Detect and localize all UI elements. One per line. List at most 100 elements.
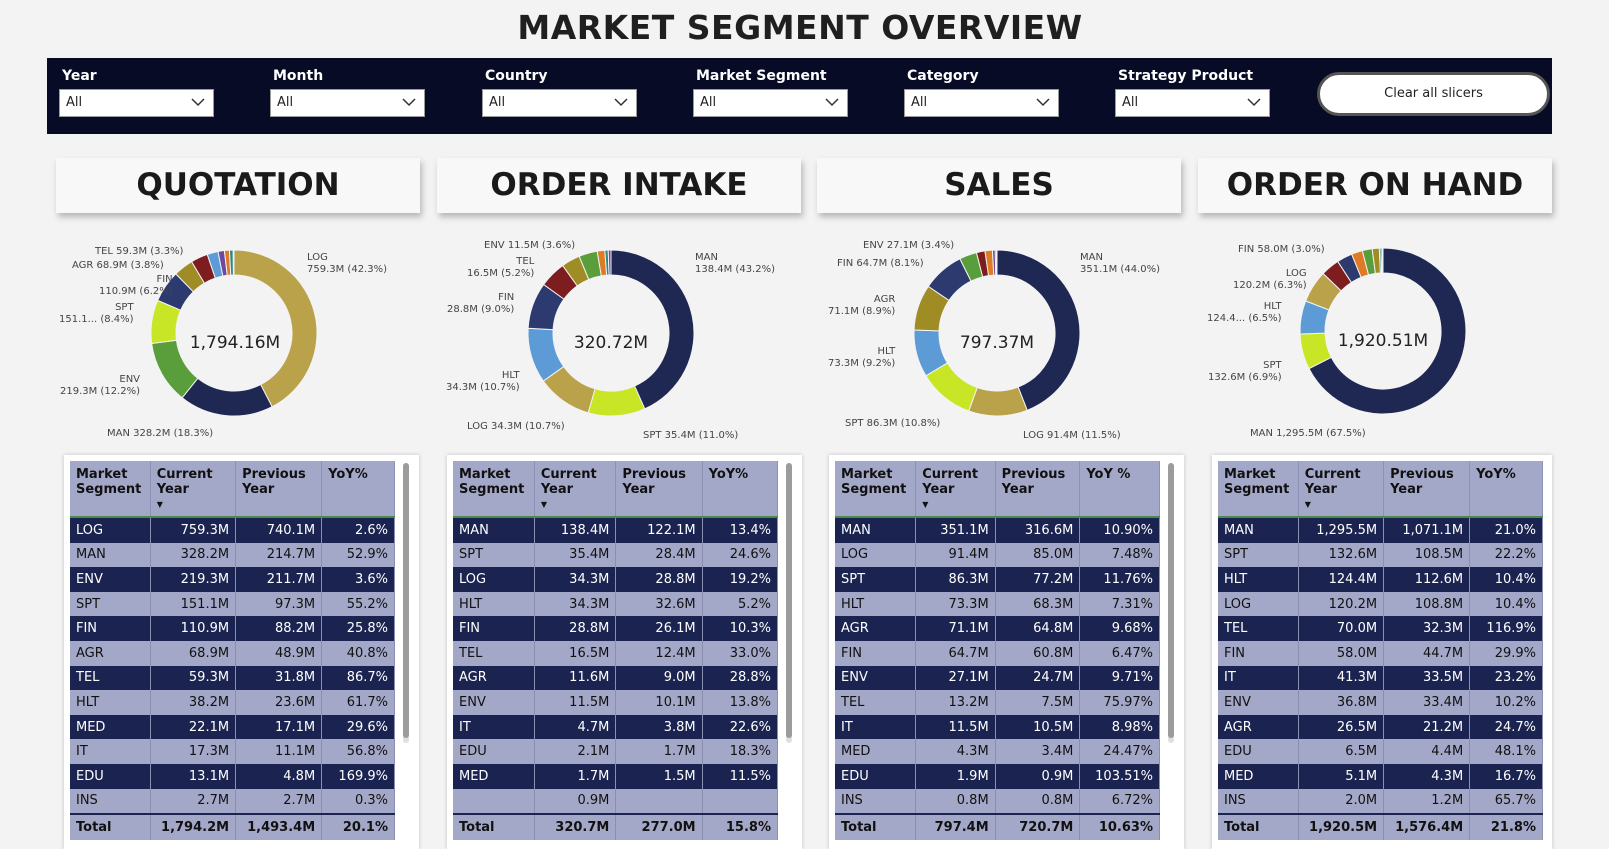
table-cell: 26.1M bbox=[615, 616, 703, 641]
table-row[interactable]: MAN 328.2M 214.7M 52.9% bbox=[70, 542, 395, 568]
column-header[interactable]: Previous Year bbox=[995, 461, 1081, 518]
table-row[interactable]: IT 4.7M 3.8M 22.6% bbox=[453, 714, 779, 740]
table-row[interactable]: SPT 132.6M 108.5M 22.2% bbox=[1218, 542, 1543, 568]
table-row[interactable]: LOG 759.3M 740.1M 2.6% bbox=[70, 517, 395, 543]
table-row[interactable]: LOG 120.2M 108.8M 10.4% bbox=[1218, 591, 1543, 617]
table-row[interactable]: AGR 11.6M 9.0M 28.8% bbox=[453, 665, 779, 691]
table-row[interactable]: IT 41.3M 33.5M 23.2% bbox=[1218, 665, 1543, 691]
table-row[interactable]: EDU 6.5M 4.4M 48.1% bbox=[1218, 739, 1543, 764]
table-row[interactable]: IT 17.3M 11.1M 56.8% bbox=[70, 739, 395, 764]
country-dropdown[interactable]: All bbox=[482, 89, 637, 117]
column-header[interactable]: Previous Year bbox=[1383, 461, 1471, 518]
column-header[interactable]: Market Segment bbox=[1218, 461, 1299, 518]
table-card-order-intake: Market Segment Current Year ▼ Previous Year YoY… bbox=[447, 455, 802, 849]
table-row[interactable]: ENV 27.1M 24.7M 9.71% bbox=[835, 665, 1160, 691]
table-row[interactable]: ENV 11.5M 10.1M 13.8% bbox=[453, 690, 779, 715]
table-row[interactable]: MAN 351.1M 316.6M 10.90% bbox=[835, 517, 1160, 543]
table-row[interactable]: SPT 151.1M 97.3M 55.2% bbox=[70, 591, 395, 617]
table-cell: 169.9% bbox=[321, 763, 395, 789]
table-cell: 24.7% bbox=[1469, 714, 1543, 740]
table-row[interactable]: HLT 124.4M 112.6M 10.4% bbox=[1218, 567, 1543, 592]
table-row[interactable]: FIN 110.9M 88.2M 25.8% bbox=[70, 616, 395, 641]
column-header[interactable]: Market Segment bbox=[70, 461, 151, 518]
sort-desc-icon[interactable]: ▼ bbox=[541, 497, 610, 512]
table-row[interactable]: AGR 71.1M 64.8M 9.68% bbox=[835, 616, 1160, 641]
month-dropdown[interactable]: All bbox=[270, 89, 425, 117]
table-cell: EDU bbox=[70, 763, 151, 789]
donut-slice-man[interactable] bbox=[610, 249, 695, 410]
donut-slice-log[interactable] bbox=[968, 386, 1028, 417]
scrollbar[interactable] bbox=[1168, 463, 1174, 743]
table-row[interactable]: FIN 58.0M 44.7M 29.9% bbox=[1218, 640, 1543, 666]
scrollbar[interactable] bbox=[403, 463, 409, 743]
table-row[interactable]: SPT 86.3M 77.2M 11.76% bbox=[835, 567, 1160, 592]
strategy-product-dropdown[interactable]: All bbox=[1115, 89, 1270, 117]
table-row[interactable]: EDU 13.1M 4.8M 169.9% bbox=[70, 763, 395, 789]
column-header[interactable]: YoY% bbox=[1469, 461, 1543, 518]
table-row[interactable]: TEL 70.0M 32.3M 116.9% bbox=[1218, 616, 1543, 641]
table-row[interactable]: INS 2.7M 2.7M 0.3% bbox=[70, 788, 395, 815]
table-row[interactable]: ENV 36.8M 33.4M 10.2% bbox=[1218, 690, 1543, 715]
year-dropdown[interactable]: All bbox=[59, 89, 214, 117]
column-header[interactable]: Current Year ▼ bbox=[1298, 461, 1385, 518]
sort-desc-icon[interactable]: ▼ bbox=[157, 497, 229, 512]
table-row[interactable]: TEL 13.2M 7.5M 75.97% bbox=[835, 690, 1160, 715]
sort-desc-icon[interactable]: ▼ bbox=[1305, 497, 1377, 512]
donut-slice-ins[interactable] bbox=[1381, 247, 1384, 274]
donut-center-total: 320.72M bbox=[573, 333, 649, 353]
sort-desc-icon[interactable]: ▼ bbox=[922, 497, 988, 512]
table-row[interactable]: IT 11.5M 10.5M 8.98% bbox=[835, 714, 1160, 740]
category-dropdown[interactable]: All bbox=[904, 89, 1059, 117]
table-row[interactable]: MED 4.3M 3.4M 24.47% bbox=[835, 739, 1160, 764]
table-row[interactable]: MAN 138.4M 122.1M 13.4% bbox=[453, 517, 779, 543]
table-row[interactable]: EDU 2.1M 1.7M 18.3% bbox=[453, 739, 779, 764]
table-row[interactable]: HLT 34.3M 32.6M 5.2% bbox=[453, 591, 779, 617]
column-header[interactable]: YoY % bbox=[1079, 461, 1160, 518]
table-row[interactable]: ENV 219.3M 211.7M 3.6% bbox=[70, 567, 395, 592]
market-segment-dropdown[interactable]: All bbox=[693, 89, 848, 117]
table-row[interactable]: HLT 38.2M 23.6M 61.7% bbox=[70, 690, 395, 715]
table-row[interactable]: FIN 64.7M 60.8M 6.47% bbox=[835, 640, 1160, 666]
scrollbar-thumb[interactable] bbox=[403, 463, 409, 738]
donut-slice-ins[interactable] bbox=[995, 249, 998, 276]
donut-slice-spt[interactable] bbox=[587, 385, 646, 417]
column-header[interactable]: Current Year ▼ bbox=[534, 461, 617, 518]
table-row[interactable]: LOG 34.3M 28.8M 19.2% bbox=[453, 567, 779, 592]
column-header[interactable]: Current Year ▼ bbox=[915, 461, 996, 518]
donut-slice-man[interactable] bbox=[996, 249, 1081, 411]
table-row[interactable]: MED 1.7M 1.5M 11.5% bbox=[453, 763, 779, 789]
donut-slice-log[interactable] bbox=[233, 249, 318, 408]
table-row[interactable]: HLT 73.3M 68.3M 7.31% bbox=[835, 591, 1160, 617]
scrollbar[interactable] bbox=[786, 463, 792, 743]
table-row[interactable]: TEL 16.5M 12.4M 33.0% bbox=[453, 640, 779, 666]
table-row[interactable]: TEL 59.3M 31.8M 86.7% bbox=[70, 665, 395, 691]
table-row[interactable]: AGR 68.9M 48.9M 40.8% bbox=[70, 640, 395, 666]
column-header[interactable]: Market Segment bbox=[835, 461, 917, 518]
table-row[interactable]: INS 2.0M 1.2M 65.7% bbox=[1218, 788, 1543, 815]
table-cell: 0.9M bbox=[995, 763, 1081, 789]
table-row[interactable]: SPT 35.4M 28.4M 24.6% bbox=[453, 542, 779, 568]
column-header[interactable]: Previous Year bbox=[235, 461, 323, 518]
table-row[interactable]: MAN 1,295.5M 1,071.1M 21.0% bbox=[1218, 517, 1543, 543]
scrollbar-thumb[interactable] bbox=[1168, 463, 1174, 738]
table-row[interactable]: MED 22.1M 17.1M 29.6% bbox=[70, 714, 395, 740]
table-row[interactable]: EDU 1.9M 0.9M 103.51% bbox=[835, 763, 1160, 789]
scrollbar-thumb[interactable] bbox=[786, 463, 792, 738]
column-header[interactable]: YoY% bbox=[321, 461, 395, 518]
table-row[interactable]: 0.9M bbox=[453, 788, 779, 815]
column-header[interactable]: Current Year ▼ bbox=[150, 461, 237, 518]
column-header[interactable]: YoY% bbox=[702, 461, 779, 518]
callout-label: AGR 71.1M (8.9%) bbox=[828, 294, 896, 317]
table-row[interactable]: INS 0.8M 0.8M 6.72% bbox=[835, 788, 1160, 815]
table-row[interactable]: AGR 26.5M 21.2M 24.7% bbox=[1218, 714, 1543, 740]
column-header[interactable]: Market Segment bbox=[453, 461, 535, 518]
table-row[interactable]: FIN 28.8M 26.1M 10.3% bbox=[453, 616, 779, 641]
table-cell: ENV bbox=[1218, 690, 1299, 715]
table-row[interactable]: MED 5.1M 4.3M 16.7% bbox=[1218, 763, 1543, 789]
clear-slicers-button[interactable]: Clear all slicers bbox=[1317, 72, 1550, 116]
column-header[interactable]: Previous Year bbox=[615, 461, 703, 518]
donut-slice-man[interactable] bbox=[181, 377, 273, 417]
table-row[interactable]: LOG 91.4M 85.0M 7.48% bbox=[835, 542, 1160, 568]
donut-slice-med[interactable] bbox=[607, 249, 612, 276]
donut-slice-ins[interactable] bbox=[232, 249, 235, 276]
